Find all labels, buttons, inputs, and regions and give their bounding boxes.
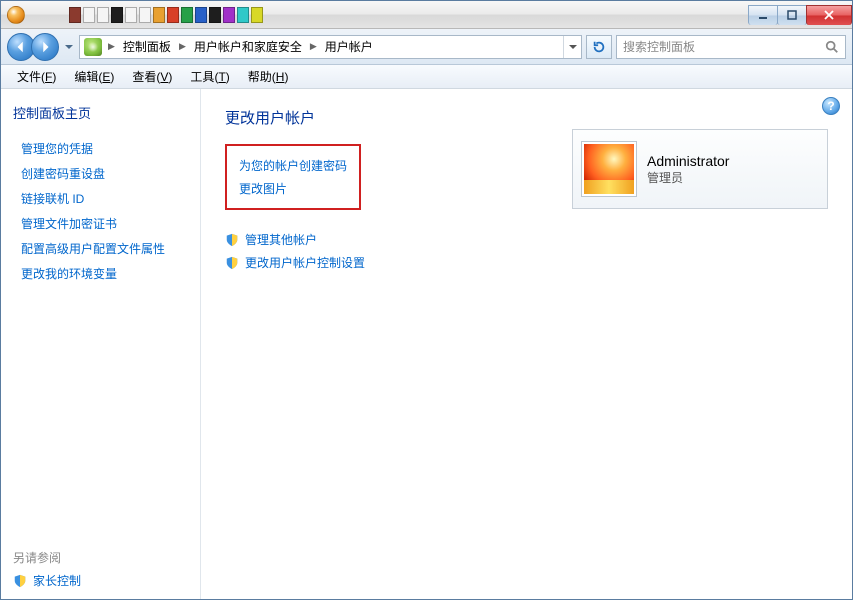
avatar bbox=[581, 141, 637, 197]
menu-help[interactable]: 帮助(H) bbox=[240, 66, 297, 87]
menu-file[interactable]: 文件(F) bbox=[9, 66, 64, 87]
sidebar-link[interactable]: 更改我的环境变量 bbox=[13, 261, 188, 286]
sidebar-link[interactable]: 链接联机 ID bbox=[13, 186, 188, 211]
color-swatch bbox=[167, 7, 179, 23]
sidebar-link[interactable]: 管理文件加密证书 bbox=[13, 211, 188, 236]
shielded-action-link[interactable]: 管理其他帐户 bbox=[225, 228, 828, 251]
color-swatch bbox=[195, 7, 207, 23]
help-icon[interactable]: ? bbox=[822, 97, 840, 115]
titlebar bbox=[1, 1, 852, 29]
cp-orb-icon bbox=[7, 6, 25, 24]
page-heading: 更改用户帐户 bbox=[225, 107, 828, 128]
color-swatch bbox=[69, 7, 81, 23]
menu-view[interactable]: 查看(V) bbox=[124, 66, 180, 87]
title-left bbox=[7, 6, 263, 24]
sidebar-link[interactable]: 管理您的凭据 bbox=[13, 136, 188, 161]
forward-button[interactable] bbox=[31, 33, 59, 61]
window: ▶ 控制面板 ▶ 用户帐户和家庭安全 ▶ 用户帐户 搜索控制面板 文件(F) 编… bbox=[0, 0, 853, 600]
body: 控制面板主页 管理您的凭据创建密码重设盘链接联机 ID管理文件加密证书配置高级用… bbox=[1, 89, 852, 599]
window-controls bbox=[749, 5, 852, 25]
see-also-label: 另请参阅 bbox=[13, 549, 188, 566]
maximize-button[interactable] bbox=[777, 5, 807, 25]
shield-icon bbox=[225, 233, 239, 247]
minimize-button[interactable] bbox=[748, 5, 778, 25]
breadcrumb-sep-icon: ▶ bbox=[177, 41, 188, 52]
refresh-button[interactable] bbox=[586, 35, 612, 59]
breadcrumb-sep-icon: ▶ bbox=[106, 41, 117, 52]
account-name: Administrator bbox=[647, 153, 729, 169]
shield-icon bbox=[225, 256, 239, 270]
action-link[interactable]: 为您的帐户创建密码 bbox=[239, 154, 347, 177]
main-pane: ? 更改用户帐户 为您的帐户创建密码更改图片 管理其他帐户更改用户帐户控制设置 … bbox=[201, 89, 852, 599]
breadcrumb-item[interactable]: 用户帐户 bbox=[319, 38, 379, 55]
sidebar-link[interactable]: 创建密码重设盘 bbox=[13, 161, 188, 186]
color-swatch bbox=[153, 7, 165, 23]
highlighted-box: 为您的帐户创建密码更改图片 bbox=[225, 144, 361, 210]
color-swatch bbox=[251, 7, 263, 23]
account-tile[interactable]: Administrator 管理员 bbox=[572, 129, 828, 209]
nav-history-dropdown[interactable] bbox=[63, 33, 75, 61]
color-swatch bbox=[181, 7, 193, 23]
breadcrumb-sep-icon: ▶ bbox=[308, 41, 319, 52]
color-swatch bbox=[97, 7, 109, 23]
sidebar-footer: 另请参阅 家长控制 bbox=[13, 549, 188, 589]
control-panel-icon bbox=[84, 38, 102, 56]
address-dropdown[interactable] bbox=[563, 36, 581, 58]
color-swatch bbox=[237, 7, 249, 23]
sidebar: 控制面板主页 管理您的凭据创建密码重设盘链接联机 ID管理文件加密证书配置高级用… bbox=[1, 89, 201, 599]
account-text: Administrator 管理员 bbox=[647, 153, 729, 186]
shielded-action-link[interactable]: 更改用户帐户控制设置 bbox=[225, 251, 828, 274]
address-bar[interactable]: ▶ 控制面板 ▶ 用户帐户和家庭安全 ▶ 用户帐户 bbox=[79, 35, 582, 59]
color-swatch bbox=[111, 7, 123, 23]
color-swatch bbox=[223, 7, 235, 23]
color-swatch bbox=[83, 7, 95, 23]
action-link[interactable]: 更改图片 bbox=[239, 177, 347, 200]
close-button[interactable] bbox=[806, 5, 852, 25]
menu-edit[interactable]: 编辑(E) bbox=[66, 66, 122, 87]
breadcrumb-item[interactable]: 控制面板 bbox=[117, 38, 177, 55]
color-swatch bbox=[125, 7, 137, 23]
breadcrumb-item[interactable]: 用户帐户和家庭安全 bbox=[188, 38, 308, 55]
sidebar-link[interactable]: 配置高级用户配置文件属性 bbox=[13, 236, 188, 261]
color-swatch bbox=[139, 7, 151, 23]
nav-buttons bbox=[7, 33, 59, 61]
parental-controls-link[interactable]: 家长控制 bbox=[13, 572, 188, 589]
sidebar-home[interactable]: 控制面板主页 bbox=[13, 103, 188, 122]
avatar-image bbox=[584, 144, 634, 194]
search-placeholder: 搜索控制面板 bbox=[623, 38, 695, 55]
search-input[interactable]: 搜索控制面板 bbox=[616, 35, 846, 59]
menu-tools[interactable]: 工具(T) bbox=[182, 66, 237, 87]
account-role: 管理员 bbox=[647, 169, 729, 186]
search-icon bbox=[825, 40, 839, 54]
color-swatch bbox=[209, 7, 221, 23]
nav-row: ▶ 控制面板 ▶ 用户帐户和家庭安全 ▶ 用户帐户 搜索控制面板 bbox=[1, 29, 852, 65]
menubar: 文件(F) 编辑(E) 查看(V) 工具(T) 帮助(H) bbox=[1, 65, 852, 89]
color-swatches bbox=[69, 7, 263, 23]
shield-icon bbox=[13, 574, 27, 588]
